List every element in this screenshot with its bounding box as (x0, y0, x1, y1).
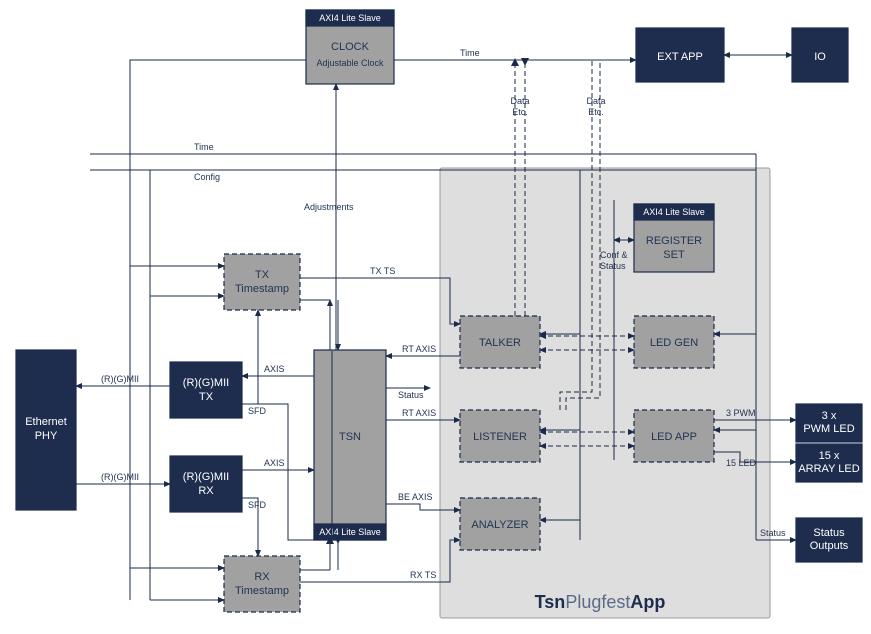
svg-text:Conf &Status: Conf &Status (600, 250, 628, 271)
block-analyzer: ANALYZER (460, 498, 540, 550)
block-register-set: AXI4 Lite Slave REGISTERSET (634, 204, 714, 272)
label-axis-tx: AXIS (264, 364, 285, 374)
label-tsn-status: Status (398, 390, 424, 400)
block-ext-app: EXT APP (636, 28, 724, 82)
svg-text:StatusOutputs: StatusOutputs (810, 527, 849, 552)
edge-sfd-tx (242, 310, 258, 404)
svg-text:DataEtc.: DataEtc. (510, 96, 529, 117)
svg-text:ANALYZER: ANALYZER (471, 519, 528, 531)
svg-text:TSN: TSN (339, 431, 361, 443)
label-sfd-tx: SFD (248, 406, 267, 416)
svg-text:AXI4 Lite Slave: AXI4 Lite Slave (319, 13, 381, 23)
label-rxts: RX TS (410, 570, 436, 580)
svg-text:TALKER: TALKER (479, 337, 521, 349)
label-status-out: Status (760, 528, 786, 538)
block-led-gen: LED GEN (634, 316, 714, 368)
block-talker: TALKER (460, 316, 540, 368)
label-txts: TX TS (370, 266, 395, 276)
svg-text:LISTENER: LISTENER (473, 431, 527, 443)
svg-text:LED APP: LED APP (651, 431, 697, 443)
label-axis-rx: AXIS (264, 458, 285, 468)
label-be: BE AXIS (398, 492, 433, 502)
svg-text:CLOCK: CLOCK (331, 41, 370, 53)
label-15led: 15 LED (726, 458, 757, 468)
block-pwm-led: 3 xPWM LED (796, 404, 862, 442)
label-time-right: Time (460, 48, 480, 58)
edge-clock-left (130, 60, 306, 154)
svg-text:LED GEN: LED GEN (650, 337, 698, 349)
svg-text:DataEtc.: DataEtc. (586, 96, 605, 117)
label-rt-listener: RT AXIS (402, 408, 436, 418)
label-rgmii-rx: (R)(G)MII (101, 472, 139, 482)
diagram-canvas: TsnPlugfestApp EthernetPHY (R)(G)MIITX (… (0, 0, 871, 634)
label-sfd-rx: SFD (248, 500, 267, 510)
block-array-led: 15 xARRAY LED (796, 444, 862, 482)
svg-text:AXI4 Lite Slave: AXI4 Lite Slave (643, 207, 705, 217)
svg-text:AXI4 Lite Slave: AXI4 Lite Slave (319, 527, 381, 537)
label-bus-config: Config (194, 172, 220, 182)
block-rx-timestamp: RXTimestamp (224, 556, 300, 612)
block-gmii-rx: (R)(G)MIIRX (170, 456, 242, 512)
block-tsn: TSN AXI4 Lite Slave (314, 350, 386, 540)
edge-txts-talker (300, 278, 460, 324)
block-status-outputs: StatusOutputs (796, 518, 862, 562)
label-bus-time: Time (194, 142, 214, 152)
label-adjustments: Adjustments (304, 202, 354, 212)
svg-text:Adjustable Clock: Adjustable Clock (316, 58, 384, 68)
container-title: TsnPlugfestApp (535, 592, 666, 612)
label-rt-talker: RT AXIS (402, 344, 436, 354)
block-listener: LISTENER (460, 410, 540, 462)
block-gmii-tx: (R)(G)MIITX (170, 362, 242, 418)
block-ethernet-phy: EthernetPHY (16, 350, 76, 510)
block-clock: AXI4 Lite Slave CLOCK Adjustable Clock (306, 10, 394, 84)
block-tx-timestamp: TXTimestamp (224, 254, 300, 310)
block-led-app: LED APP (634, 410, 714, 462)
block-io: IO (792, 28, 848, 82)
label-rgmii-tx: (R)(G)MII (101, 374, 139, 384)
label-pwm: 3 PWM (726, 408, 756, 418)
container-tsn-plugfest-app (440, 168, 770, 618)
svg-text:IO: IO (814, 51, 826, 63)
svg-text:EXT APP: EXT APP (657, 51, 703, 63)
